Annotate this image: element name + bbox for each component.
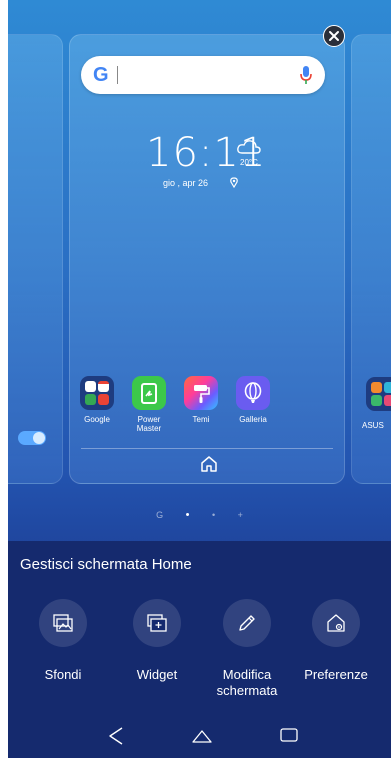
gallery-balloon-icon: [236, 376, 270, 410]
paint-roller-icon: [184, 376, 218, 410]
pencil-icon: [223, 599, 271, 647]
page-dot[interactable]: •: [212, 510, 215, 520]
add-page-button[interactable]: +: [238, 510, 243, 520]
close-button[interactable]: [323, 25, 345, 47]
action-label: Modifica schermata: [216, 667, 278, 698]
google-logo-icon: G: [93, 64, 109, 86]
home-settings-icon: [312, 599, 360, 647]
microphone-icon[interactable]: [299, 65, 313, 85]
right-page-preview[interactable]: ASUS: [351, 34, 391, 484]
app-label: Galleria: [239, 415, 267, 424]
app-temi[interactable]: Temi: [175, 376, 227, 424]
dock-divider: [81, 448, 333, 449]
app-google-folder[interactable]: Google: [71, 376, 123, 424]
wallpaper-icon: [39, 599, 87, 647]
back-icon[interactable]: [107, 726, 125, 746]
location-pin-icon: [230, 177, 238, 188]
recent-apps-icon[interactable]: [279, 726, 299, 744]
app-label: Power Master: [136, 415, 162, 433]
widget-icon: [133, 599, 181, 647]
left-page-preview[interactable]: [8, 34, 63, 484]
home-icon[interactable]: [200, 455, 218, 473]
page-indicator: G • • +: [8, 505, 391, 523]
search-cursor: [117, 66, 118, 84]
google-search-widget[interactable]: G: [81, 56, 325, 94]
action-label: Preferenze: [304, 667, 368, 682]
home-screen-editor: ASUS G 16:11 20°C gio , apr 26 Google Po…: [8, 0, 391, 758]
sheet-title: Gestisci schermata Home: [20, 556, 192, 573]
navigation-bar: [8, 720, 391, 758]
temperature-label: 20°C: [240, 158, 258, 167]
app-label: Google: [84, 415, 110, 424]
app-power-master[interactable]: Power Master: [123, 376, 175, 433]
action-label: Sfondi: [44, 667, 82, 682]
preferences-button[interactable]: Preferenze: [291, 599, 381, 683]
app-label: Temi: [192, 415, 210, 424]
app-galleria[interactable]: Galleria: [227, 376, 279, 424]
page-toggle-switch[interactable]: [18, 431, 46, 445]
page-dot-active[interactable]: •: [186, 509, 190, 521]
google-page-dot[interactable]: G: [156, 510, 163, 520]
widget-button[interactable]: Widget: [112, 599, 202, 683]
wallpaper-button[interactable]: Sfondi: [18, 599, 108, 683]
cloud-weather-icon: [237, 140, 261, 154]
action-label: Widget: [136, 667, 178, 682]
edit-screen-button[interactable]: Modifica schermata: [202, 599, 292, 699]
date-label: gio , apr 26: [163, 178, 209, 188]
asus-folder-icon[interactable]: [366, 377, 391, 411]
asus-folder-label: ASUS: [362, 421, 384, 430]
close-icon: [329, 31, 339, 41]
power-master-icon: [132, 376, 166, 410]
home-nav-icon[interactable]: [191, 726, 213, 746]
google-folder-icon: [80, 376, 114, 410]
